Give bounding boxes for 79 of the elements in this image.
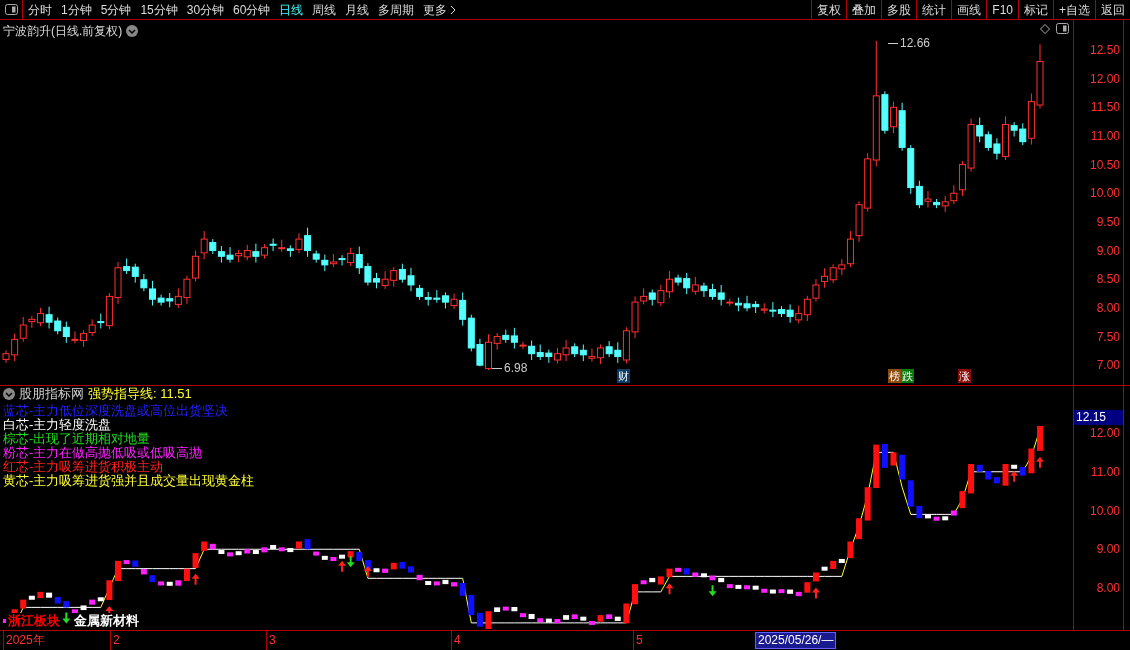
up-arrow-icon [338,560,347,572]
legend-text: 棕芯-出现了近期相对地量 [3,432,151,446]
period-tab[interactable]: 5分钟 [100,0,132,19]
price-axis-label: 10.00 [1089,186,1120,201]
price-axis-label: 8.00 [1096,300,1120,315]
value-axis-label: 10.00 [1089,503,1120,518]
event-marker[interactable]: 财 [617,369,630,383]
value-axis-label: 9.00 [1096,542,1120,557]
down-arrow-icon [708,585,717,597]
date-axis-label: 2 [110,631,120,650]
period-tab[interactable]: 1分钟 [61,0,92,19]
toolbar-button[interactable]: +自选 [1053,0,1095,19]
dropdown-icon[interactable] [126,25,139,37]
dropdown-icon[interactable] [3,388,15,400]
event-marker[interactable]: 跌 [901,369,914,383]
toolbar-button[interactable]: F10 [986,0,1018,19]
event-marker[interactable]: 榜 [888,369,901,383]
period-tab[interactable]: 60分钟 [233,0,271,19]
price-axis-label: 10.50 [1089,157,1120,172]
toolbar-button[interactable]: 返回 [1095,0,1130,19]
leader-line [492,367,502,369]
guide-line-value: 强势指导线: 11.51 [88,387,192,401]
price-axis-label: 9.50 [1096,214,1120,229]
date-axis-label: 5 [633,631,643,650]
up-arrow-icon [665,583,674,595]
panel-toggle-icon[interactable] [4,4,18,15]
value-axis-label: 8.00 [1096,581,1120,595]
more-button[interactable]: 更多 [423,0,457,19]
cursor-date-label: 2025/05/26/— [755,632,837,649]
price-axis-label: 7.00 [1096,358,1120,373]
up-arrow-icon [811,587,820,599]
date-axis-label: 2025年 [3,631,45,650]
up-arrow-icon [1036,456,1044,468]
toolbar-button[interactable]: 标记 [1018,0,1053,19]
price-axis-label: 12.00 [1089,71,1120,86]
indicator-name: 股朋指标网 [19,387,84,401]
value-axis-label: 12.00 [1089,426,1120,440]
date-axis-label: 4 [451,631,461,650]
price-axis-label: 12.50 [1089,43,1120,57]
toolbar-button[interactable]: 画线 [951,0,987,19]
toolbar-button[interactable]: 多股 [881,0,917,19]
legend-text: 粉芯-主力在做高抛低吸或低吸高抛 [3,446,203,460]
low-price-label: 6.98 [504,360,528,377]
period-tab[interactable]: 日线 [279,0,304,19]
diamond-icon[interactable] [1040,23,1050,34]
current-value-box: 12.15 [1074,410,1123,425]
legend-text: 黄芯-主力吸筹进货强并且成交量出现黄金柱 [3,474,255,488]
event-marker[interactable]: 涨 [958,369,971,383]
price-axis-label: 8.50 [1096,272,1120,287]
down-arrow-icon [346,556,355,568]
legend-text: 白芯-主力轻度洗盘 [3,418,112,432]
price-axis-label: 9.00 [1096,243,1120,258]
value-axis-label: 11.00 [1090,464,1120,479]
leader-line [888,42,898,44]
stock-title: 宁波韵升(日线.前复权) [3,23,123,40]
up-arrow-icon [1010,470,1019,482]
chevron-right-icon [450,4,457,15]
price-axis-label: 11.00 [1090,128,1120,143]
up-arrow-icon [363,566,372,578]
legend-text: 蓝芯-主力低位深度洗盘或高位出货坚决 [3,404,229,418]
date-axis-label: 3 [266,631,276,650]
toolbar-button[interactable]: 复权 [811,0,847,19]
up-arrow-icon [191,573,200,585]
period-tab[interactable]: 月线 [345,0,370,19]
period-tab[interactable]: 30分钟 [186,0,225,19]
price-axis-label: 7.50 [1096,329,1120,344]
period-tab[interactable]: 分时 [28,0,52,19]
toolbar-button[interactable]: 统计 [916,0,952,19]
panel-toggle-icon[interactable] [1056,23,1069,34]
legend-text: 红芯-主力吸筹进货积极主动 [3,460,164,474]
sector-tag[interactable]: 浙江板块 [6,613,62,628]
toolbar-button[interactable]: 叠加 [846,0,882,19]
down-arrow-icon [62,612,71,624]
period-tab[interactable]: 15分钟 [140,0,178,19]
period-tab[interactable]: 多周期 [378,0,415,19]
price-axis-label: 11.50 [1090,100,1120,115]
sector-tag[interactable]: 金属新材料 [72,613,141,628]
high-price-label: 12.66 [900,35,931,52]
period-tab[interactable]: 周线 [312,0,337,19]
